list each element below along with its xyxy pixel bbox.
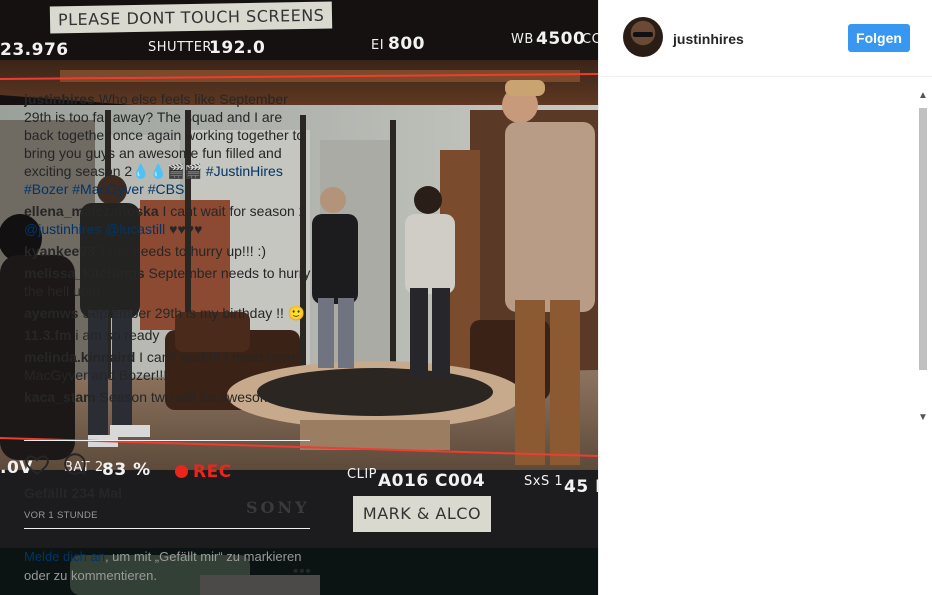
scroll-down-icon[interactable]: ▼ <box>917 412 929 424</box>
login-prompt: Melde dich an, um mit „Gefällt mir“ zu m… <box>24 528 310 585</box>
caption: justinhires Who else feels like Septembe… <box>24 90 314 198</box>
list-item: melissa_kitchings September needs to hur… <box>24 264 314 300</box>
list-item: melinda.kinnaird I can't wait!!!! I need… <box>24 348 314 384</box>
instagram-post: PLEASE DONT TOUCH SCREENS 23.976 SHUTTER… <box>0 0 932 595</box>
osd-wb-value: 4500 <box>536 29 586 49</box>
comment-text: Season two will be awesome <box>99 389 280 405</box>
more-options-icon[interactable]: ••• <box>293 563 312 580</box>
comment-text: I cant wait for season 2 <box>162 203 307 219</box>
scroll-thumb[interactable] <box>919 108 927 370</box>
scroll-up-icon[interactable]: ▲ <box>917 90 929 102</box>
osd-ei-label: EI <box>371 38 385 53</box>
comments-scrollbar[interactable]: ▲ ▼ <box>916 90 930 428</box>
list-item: 11.3.fm i am so ready <box>24 326 314 344</box>
comment-username[interactable]: melissa_kitchings <box>24 265 145 281</box>
follow-button[interactable]: Folgen <box>848 24 910 52</box>
caption-username[interactable]: justinhires <box>24 91 95 107</box>
comment-mentions[interactable]: @justinhires @lucastill <box>24 221 165 237</box>
osd-shutter-label: SHUTTER <box>148 40 212 55</box>
list-item: ayemws September 29th is my birthday !! … <box>24 304 314 322</box>
comment-username[interactable]: ayemws <box>24 305 78 321</box>
likes-count[interactable]: Gefällt 234 Mal <box>24 485 122 501</box>
comment-text: Time needs to hurry up!!! :) <box>98 243 267 259</box>
osd-rec-label: REC <box>193 462 232 482</box>
sign-mark-alco: MARK & ALCO <box>353 496 491 532</box>
hearts-emoji: ♥♥♥♥ <box>169 221 203 237</box>
osd-clip-value: A016 C004 <box>378 471 486 491</box>
login-link[interactable]: Melde dich an <box>24 549 105 564</box>
heart-icon[interactable] <box>24 451 50 477</box>
list-item: kyankee93 Time needs to hurry up!!! :) <box>24 242 314 260</box>
post-timestamp[interactable]: VOR 1 STUNDE <box>24 510 98 521</box>
comment-username[interactable]: kaca_stam <box>24 389 96 405</box>
osd-sxs-label: SxS 1 <box>524 474 564 489</box>
osd-wb-suffix: CC <box>582 32 598 47</box>
rec-dot-icon <box>175 465 188 478</box>
comment-username[interactable]: ellena_malezanoska <box>24 203 159 219</box>
list-item: ellena_malezanoska I cant wait for seaso… <box>24 202 314 238</box>
comment-icon[interactable] <box>62 451 88 477</box>
action-bar <box>24 440 310 476</box>
comment-text: September 29th is my birthday !! 🙂 <box>82 305 306 321</box>
post-sidebar: justinhires Folgen <box>598 0 932 595</box>
osd-ei-value: 800 <box>388 34 425 54</box>
osd-sxs-value: 45 M <box>564 477 598 497</box>
comment-username[interactable]: melinda.kinnaird <box>24 349 135 365</box>
list-item: kaca_stam Season two will be awesome <box>24 388 314 406</box>
osd-shutter-value: 192.0 <box>209 38 266 58</box>
header-username[interactable]: justinhires <box>673 31 744 47</box>
post-header: justinhires Folgen <box>599 0 932 77</box>
sign-dont-touch: PLEASE DONT TOUCH SCREENS <box>49 1 333 34</box>
comment-username[interactable]: kyankee93 <box>24 243 95 259</box>
osd-battery-value: 83 % <box>102 460 151 480</box>
osd-clip-label: CLIP <box>347 467 377 482</box>
osd-wb-label: WB <box>511 32 534 47</box>
comment-username[interactable]: 11.3.fm <box>24 327 71 343</box>
avatar[interactable] <box>623 17 663 57</box>
comment-text: i am so ready <box>75 327 160 343</box>
osd-fps: 23.976 <box>0 40 69 60</box>
comments-list[interactable]: justinhires Who else feels like Septembe… <box>24 90 314 438</box>
osd-rec: REC <box>175 462 232 482</box>
monitor-brand-logo: SONY <box>246 498 310 517</box>
